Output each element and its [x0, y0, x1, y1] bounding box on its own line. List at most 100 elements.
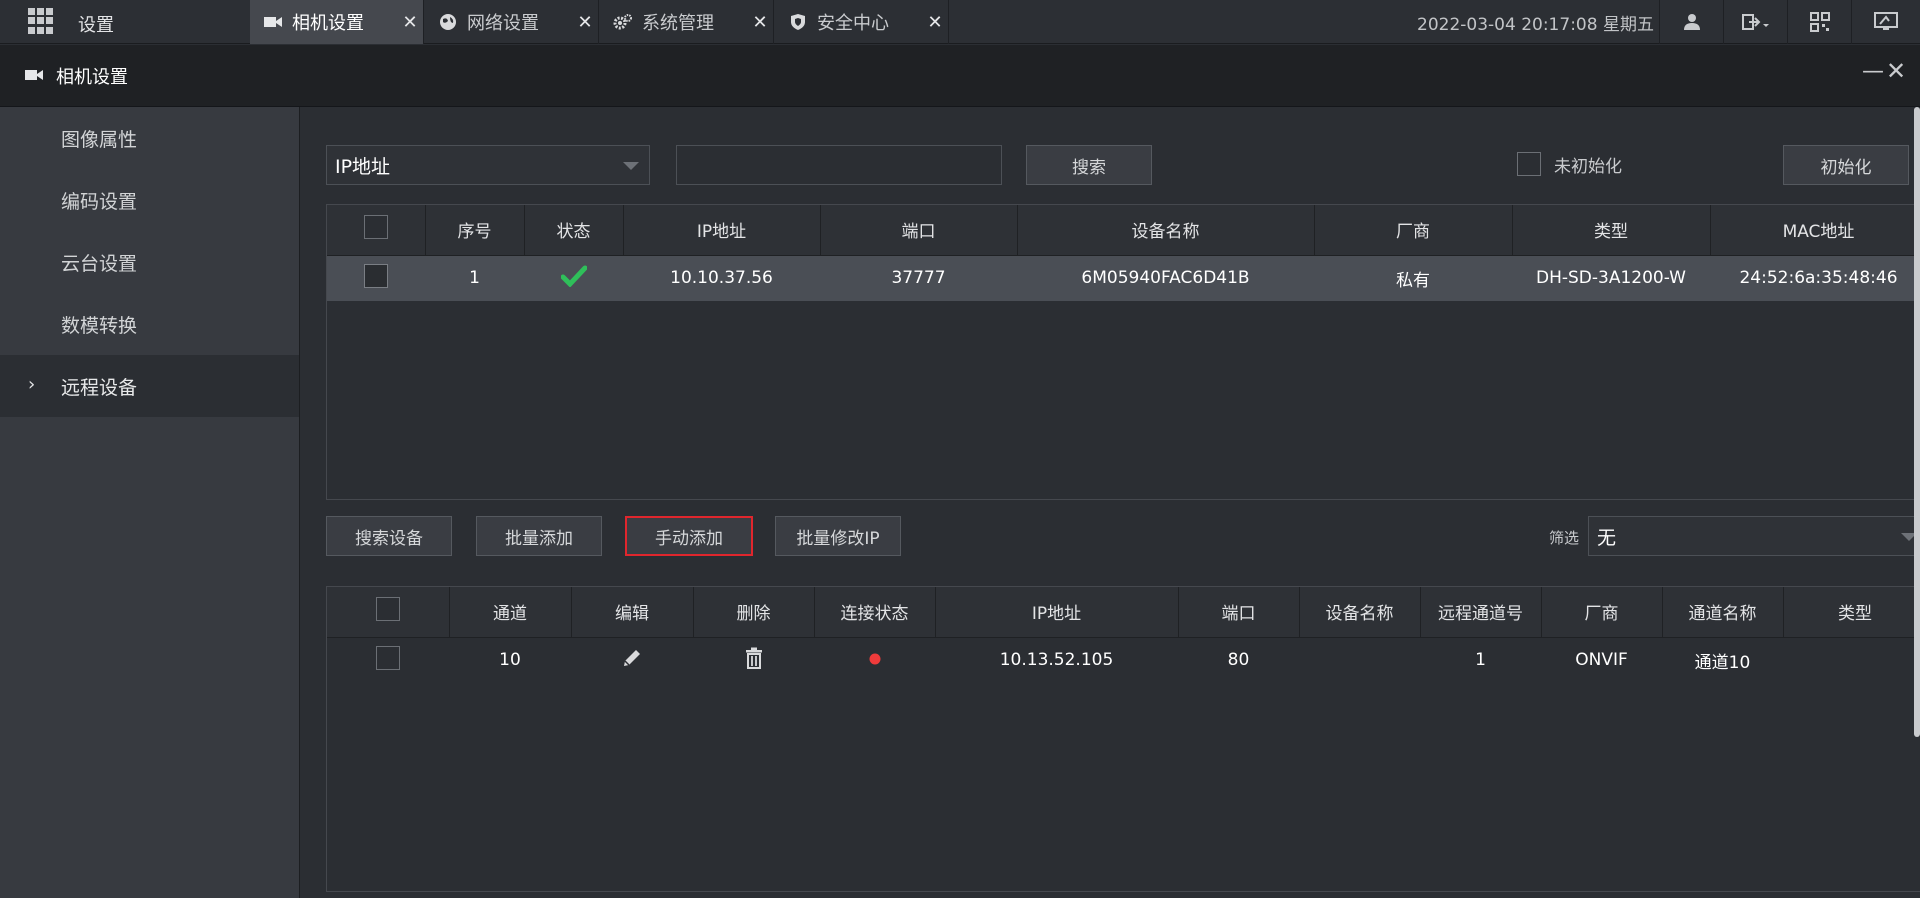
type-cell — [1783, 637, 1920, 683]
ip-cell: 10.13.52.105 — [999, 650, 1114, 671]
filter-select[interactable]: 无 — [1588, 516, 1920, 556]
shield-icon — [787, 11, 809, 33]
column-header: 端口 — [820, 205, 1018, 256]
monitor-icon[interactable] — [1851, 0, 1920, 44]
column-header: 删除 — [693, 587, 815, 638]
device-name-cell: 6M05940FAC6D41B — [1017, 255, 1314, 301]
column-header: 类型 — [1512, 205, 1711, 256]
sidebar: 图像属性 编码设置 云台设置 数模转换 › 远程设备 — [0, 107, 300, 898]
port-cell: 37777 — [820, 255, 1017, 301]
device-search-table: 序号 状态 IP地址 端口 设备名称 厂商 类型 MAC地址 1 10.10.3… — [327, 205, 1920, 301]
vertical-scrollbar[interactable] — [1914, 107, 1920, 737]
camera-icon — [262, 11, 284, 33]
channel-cell: 10 — [499, 650, 521, 671]
sidebar-item-label: 远程设备 — [61, 376, 138, 399]
search-input[interactable] — [676, 145, 1002, 185]
datetime-display: 2022-03-04 20:17:08 星期五 — [1417, 15, 1654, 35]
tab-label: 系统管理 — [642, 13, 714, 34]
vendor-cell: 私有 — [1314, 255, 1512, 301]
remote-channel-cell: 1 — [1475, 650, 1486, 671]
edit-cell — [571, 637, 693, 683]
row-select-cell — [327, 637, 449, 683]
select-all-checkbox[interactable] — [375, 597, 400, 622]
column-header: IP地址 — [623, 205, 821, 256]
column-header: 厂商 — [1541, 587, 1663, 638]
close-icon[interactable]: ✕ — [397, 12, 423, 33]
filter-value: 无 — [1597, 526, 1617, 549]
column-header: 序号 — [425, 205, 525, 256]
main-content: IP地址 搜索 未初始化 初始化 序号 状态 IP地址 端口 设备名称 厂商 类… — [301, 107, 1920, 898]
sidebar-item-ptz-settings[interactable]: 云台设置 — [0, 231, 299, 293]
chevron-right-icon: › — [28, 374, 36, 395]
tab-network-settings[interactable]: 网络设置 ✕ — [425, 0, 599, 44]
close-icon[interactable]: ✕ — [572, 12, 598, 33]
vendor-cell: ONVIF — [1575, 650, 1628, 671]
ip-cell: 10.10.37.56 — [623, 255, 820, 301]
tab-camera-settings[interactable]: 相机设置 ✕ — [250, 0, 424, 44]
mac-cell: 24:52:6a:35:48:46 — [1710, 255, 1920, 301]
column-header: 类型 — [1783, 587, 1920, 638]
sidebar-item-label: 编码设置 — [61, 190, 138, 213]
trash-icon[interactable] — [745, 647, 763, 669]
sidebar-item-encoding-settings[interactable]: 编码设置 — [0, 169, 299, 231]
column-header: IP地址 — [935, 587, 1179, 638]
channel-name-cell: 通道10 — [1694, 652, 1751, 673]
device-name-cell — [1299, 637, 1420, 683]
initialize-button[interactable]: 初始化 — [1783, 145, 1909, 185]
type-cell: DH-SD-3A1200-W — [1512, 255, 1710, 301]
uninitialized-checkbox[interactable] — [1517, 152, 1541, 176]
minimize-button[interactable]: — — [1862, 59, 1884, 84]
search-field-select[interactable]: IP地址 — [326, 145, 650, 185]
table-row[interactable]: 10 10.13.52.105 80 1 ONVIF 通道10 — [327, 637, 1920, 683]
filter-label: 筛选 — [1549, 529, 1580, 547]
column-header: MAC地址 — [1710, 205, 1920, 256]
page-header: 相机设置 — ✕ — [0, 45, 1920, 107]
sidebar-item-image-properties[interactable]: 图像属性 — [0, 107, 299, 169]
sidebar-item-remote-devices[interactable]: › 远程设备 — [0, 355, 299, 417]
app-title: 设置 — [78, 15, 114, 36]
sidebar-item-label: 图像属性 — [61, 128, 138, 151]
index-cell: 1 — [425, 255, 524, 301]
column-header: 厂商 — [1314, 205, 1513, 256]
added-devices-table: 通道 编辑 删除 连接状态 IP地址 端口 设备名称 远程通道号 厂商 通道名称… — [327, 587, 1920, 683]
camera-icon — [24, 67, 44, 87]
user-icon[interactable] — [1659, 0, 1723, 44]
close-icon[interactable]: ✕ — [922, 12, 948, 33]
select-all-checkbox[interactable] — [363, 215, 388, 240]
tab-system-management[interactable]: 系统管理 ✕ — [600, 0, 774, 44]
close-button[interactable]: ✕ — [1886, 57, 1906, 85]
batch-modify-ip-button[interactable]: 批量修改IP — [775, 516, 901, 556]
search-button[interactable]: 搜索 — [1026, 145, 1152, 185]
tab-security-center[interactable]: 安全中心 ✕ — [775, 0, 949, 44]
pencil-icon[interactable] — [621, 647, 643, 669]
chevron-down-icon — [623, 162, 639, 170]
table-row[interactable]: 1 10.10.37.56 37777 6M05940FAC6D41B 私有 D… — [327, 255, 1920, 301]
row-checkbox[interactable] — [376, 645, 400, 670]
status-dot-icon — [869, 653, 880, 665]
column-header: 端口 — [1178, 587, 1300, 638]
column-header: 通道名称 — [1662, 587, 1784, 638]
search-field-value: IP地址 — [335, 155, 391, 178]
column-header: 状态 — [524, 205, 624, 256]
globe-icon — [437, 11, 459, 33]
tab-label: 相机设置 — [292, 13, 364, 34]
qr-code-icon[interactable] — [1787, 0, 1851, 44]
sidebar-item-digital-analog[interactable]: 数模转换 — [0, 293, 299, 355]
logout-icon[interactable] — [1723, 0, 1787, 44]
top-bar: 设置 相机设置 ✕ 网络设置 ✕ 系统管理 ✕ 安全中心 ✕ 2022-03-0… — [0, 0, 1920, 44]
connection-status-cell — [814, 637, 935, 683]
tab-label: 安全中心 — [817, 13, 889, 34]
column-header: 通道 — [449, 587, 572, 638]
select-all-header — [327, 205, 426, 256]
search-devices-button[interactable]: 搜索设备 — [326, 516, 452, 556]
row-checkbox[interactable] — [364, 263, 388, 288]
page-title: 相机设置 — [56, 67, 128, 88]
close-icon[interactable]: ✕ — [747, 12, 773, 33]
check-icon — [560, 265, 587, 288]
manual-add-button[interactable]: 手动添加 — [625, 516, 753, 556]
sidebar-item-label: 云台设置 — [61, 252, 138, 275]
app-grid-icon[interactable] — [28, 8, 54, 34]
port-cell: 80 — [1227, 650, 1250, 671]
gears-icon — [612, 11, 634, 33]
batch-add-button[interactable]: 批量添加 — [476, 516, 602, 556]
